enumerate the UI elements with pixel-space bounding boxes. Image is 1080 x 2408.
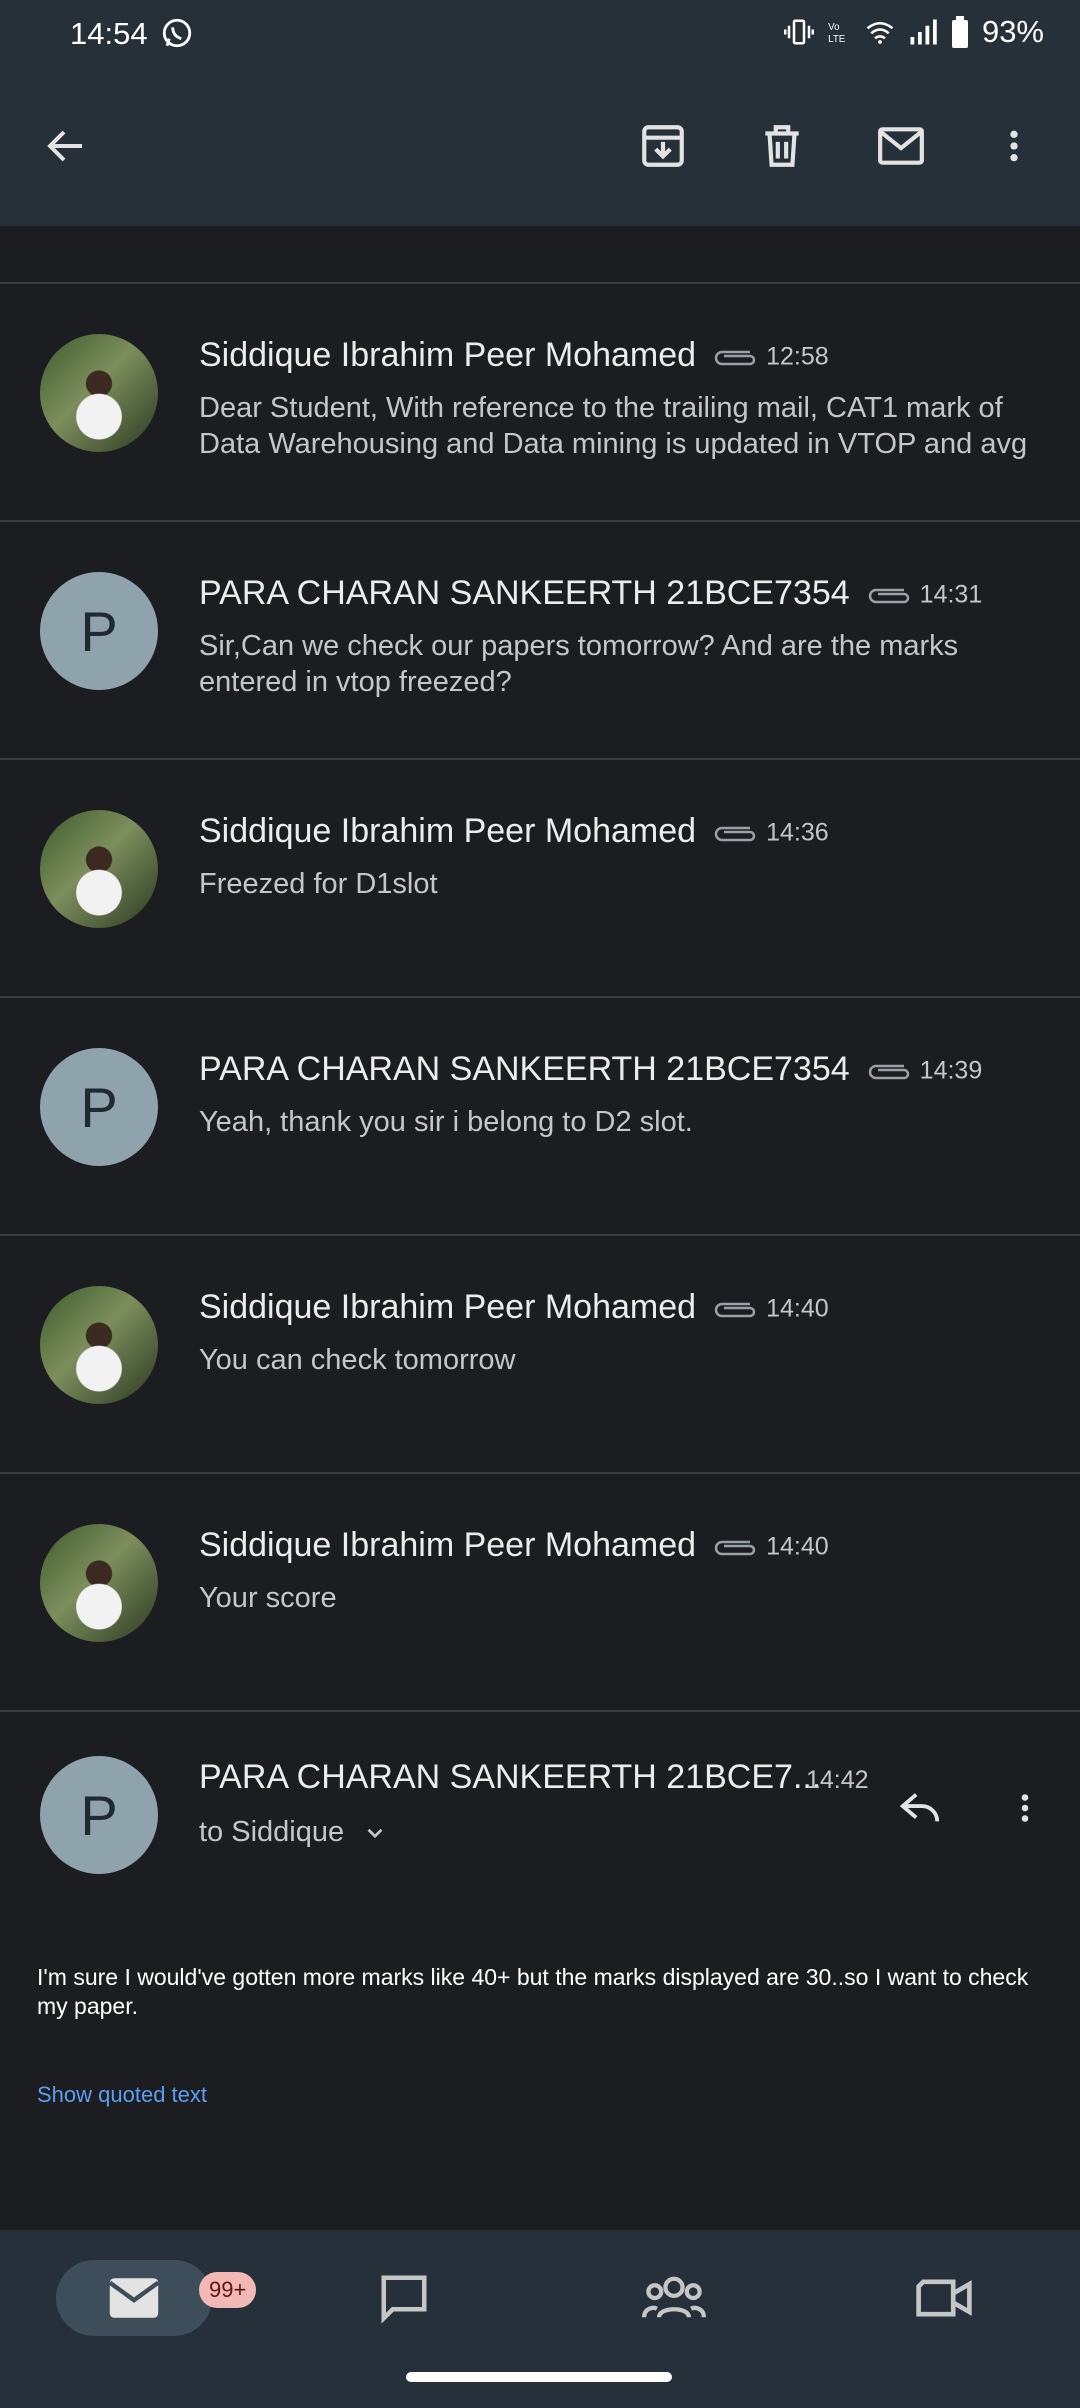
avatar [40, 810, 158, 928]
delete-button[interactable] [746, 110, 818, 182]
collapsed-message[interactable]: Siddique Ibrahim Peer Mohamed 12:58 Dear … [0, 284, 1080, 522]
whatsapp-icon [162, 18, 192, 48]
message-time: 14:42 [806, 1766, 869, 1794]
sender-name: Siddique Ibrahim Peer Mohamed [199, 1526, 697, 1564]
chevron-down-icon [367, 1828, 383, 1838]
chat-icon [381, 2275, 427, 2324]
email-thread: Siddique Ibrahim Peer Mohamed 12:58 Dear … [0, 226, 1080, 1712]
nav-meet[interactable] [866, 2260, 1022, 2336]
message-time: 14:36 [766, 818, 829, 847]
group-icon [642, 2276, 706, 2318]
mail-icon [108, 2278, 160, 2318]
status-time: 14:54 [70, 16, 148, 51]
avatar: P [40, 572, 158, 690]
attachment-icon [714, 350, 756, 366]
recipient-details-toggle[interactable]: to Siddique [199, 1816, 388, 1849]
sender-name: Siddique Ibrahim Peer Mohamed [199, 1288, 697, 1326]
video-icon [916, 2279, 972, 2317]
message-more-button[interactable] [1000, 1778, 1050, 1838]
archive-icon [642, 125, 684, 167]
more-vert-icon [1021, 1794, 1029, 1822]
message-snippet: Dear Student, With reference to the trai… [199, 392, 1028, 460]
sender-name: Siddique Ibrahim Peer Mohamed [199, 336, 697, 374]
reply-button[interactable] [890, 1778, 950, 1838]
mark-unread-button[interactable] [865, 110, 937, 182]
sender-name: Siddique Ibrahim Peer Mohamed [199, 812, 697, 850]
sender-name: PARA CHARAN SANKEERTH 21BCE7354 [199, 1050, 850, 1088]
thread-divider [0, 226, 1080, 284]
trash-icon [765, 125, 799, 167]
message-snippet: You can check tomorrow [199, 1344, 516, 1376]
avatar: P [40, 1048, 158, 1166]
avatar [40, 334, 158, 452]
app-bar [0, 70, 1080, 226]
collapsed-message[interactable]: Siddique Ibrahim Peer Mohamed 14:40 Your … [0, 1474, 1080, 1712]
show-quoted-text-link[interactable]: Show quoted text [37, 2082, 207, 2108]
avatar: P [40, 1756, 158, 1874]
attachment-icon [714, 1302, 756, 1318]
message-time: 12:58 [766, 342, 829, 371]
expanded-message: P PARA CHARAN SANKEERTH 21BCE7... 14:42 … [0, 1706, 1080, 2230]
avatar [40, 1286, 158, 1404]
message-time: 14:40 [766, 1294, 829, 1323]
message-snippet: Yeah, thank you sir i belong to D2 slot. [199, 1106, 693, 1138]
message-time: 14:31 [919, 580, 983, 609]
avatar [40, 1524, 158, 1642]
attachment-icon [714, 1540, 756, 1556]
message-snippet: Your score [199, 1582, 337, 1614]
svg-text:Vo: Vo [828, 22, 840, 33]
collapsed-message[interactable]: Siddique Ibrahim Peer Mohamed 14:36 Freez… [0, 760, 1080, 998]
nav-chat[interactable] [326, 2260, 482, 2336]
system-icons: Vo LTE 93% [783, 14, 1044, 50]
attachment-icon [868, 1064, 909, 1080]
nav-spaces[interactable] [596, 2260, 752, 2336]
message-snippet: Freezed for D1slot [199, 868, 438, 900]
message-snippet: Sir,Can we check our papers tomorrow? An… [199, 630, 959, 698]
gesture-bar[interactable] [406, 2372, 672, 2382]
message-time: 14:39 [919, 1056, 983, 1085]
attachment-icon [868, 588, 909, 604]
unread-badge: 99+ [199, 2272, 257, 2308]
wifi-icon [866, 22, 894, 44]
message-body: I'm sure I would've gotten more marks li… [37, 1964, 1029, 2019]
attachment-icon [714, 826, 756, 842]
collapsed-message[interactable]: P PARA CHARAN SANKEERTH 21BCE7354 14:31 S… [0, 522, 1080, 760]
battery-percent: 93% [981, 14, 1044, 49]
sender-name: PARA CHARAN SANKEERTH 21BCE7... [199, 1758, 822, 1796]
more-vert-icon [1010, 130, 1018, 162]
svg-text:LTE: LTE [828, 34, 846, 45]
reply-icon [899, 1793, 940, 1822]
volte-icon: VoLTE [828, 22, 846, 45]
status-bar: 14:54 Vo LTE 93% [0, 0, 1080, 70]
collapsed-message[interactable]: P PARA CHARAN SANKEERTH 21BCE7354 14:39 Y… [0, 998, 1080, 1236]
mail-icon [878, 127, 924, 165]
arrow-back-icon [47, 130, 82, 162]
back-button[interactable] [30, 110, 102, 182]
message-time: 14:40 [766, 1532, 829, 1561]
archive-button[interactable] [627, 110, 699, 182]
recipient-label: to Siddique [199, 1816, 345, 1848]
battery-icon [951, 16, 968, 48]
nav-mail[interactable]: 99+ [56, 2260, 257, 2336]
vibrate-icon [783, 19, 814, 45]
sender-name: PARA CHARAN SANKEERTH 21BCE7354 [199, 574, 850, 612]
collapsed-message[interactable]: Siddique Ibrahim Peer Mohamed 14:40 You c… [0, 1236, 1080, 1474]
signal-icon [910, 19, 937, 45]
more-options-button[interactable] [978, 110, 1050, 182]
